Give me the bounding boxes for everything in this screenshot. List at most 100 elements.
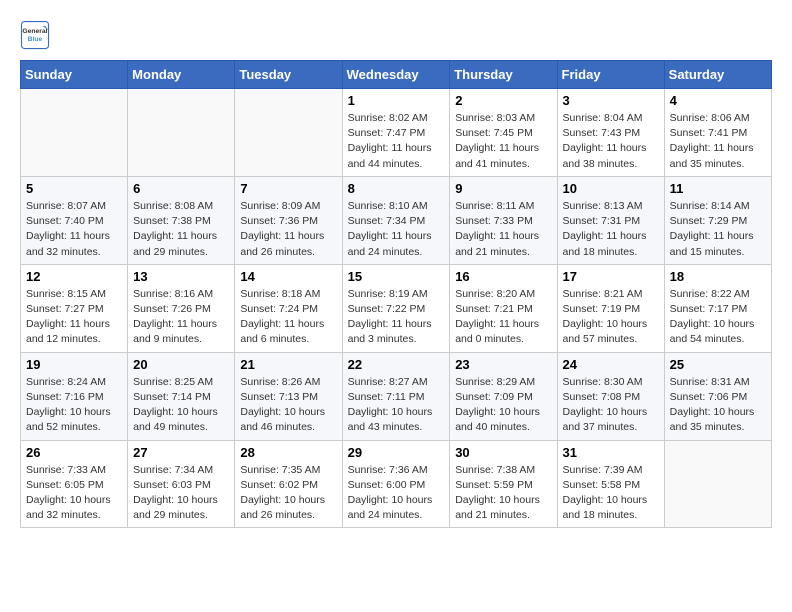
calendar-cell: [21, 89, 128, 177]
day-number: 18: [670, 269, 766, 284]
day-info: Sunrise: 8:15 AM Sunset: 7:27 PM Dayligh…: [26, 287, 122, 348]
calendar-cell: 25 Sunrise: 8:31 AM Sunset: 7:06 PM Dayli…: [664, 352, 771, 440]
calendar-cell: 27 Sunrise: 7:34 AM Sunset: 6:03 PM Dayli…: [128, 440, 235, 528]
calendar-cell: 13 Sunrise: 8:16 AM Sunset: 7:26 PM Dayli…: [128, 264, 235, 352]
day-number: 2: [455, 93, 551, 108]
svg-text:General: General: [22, 28, 47, 35]
day-info: Sunrise: 8:07 AM Sunset: 7:40 PM Dayligh…: [26, 199, 122, 260]
calendar-cell: 21 Sunrise: 8:26 AM Sunset: 7:13 PM Dayli…: [235, 352, 342, 440]
day-number: 28: [240, 445, 336, 460]
day-number: 26: [26, 445, 122, 460]
day-info: Sunrise: 8:09 AM Sunset: 7:36 PM Dayligh…: [240, 199, 336, 260]
day-number: 25: [670, 357, 766, 372]
weekday-header-monday: Monday: [128, 61, 235, 89]
day-info: Sunrise: 8:03 AM Sunset: 7:45 PM Dayligh…: [455, 111, 551, 172]
day-number: 14: [240, 269, 336, 284]
day-number: 27: [133, 445, 229, 460]
logo: General Blue: [20, 20, 54, 50]
calendar-cell: 2 Sunrise: 8:03 AM Sunset: 7:45 PM Daylig…: [450, 89, 557, 177]
calendar-table: SundayMondayTuesdayWednesdayThursdayFrid…: [20, 60, 772, 528]
calendar-cell: 20 Sunrise: 8:25 AM Sunset: 7:14 PM Dayli…: [128, 352, 235, 440]
weekday-header-thursday: Thursday: [450, 61, 557, 89]
day-info: Sunrise: 8:26 AM Sunset: 7:13 PM Dayligh…: [240, 375, 336, 436]
day-number: 5: [26, 181, 122, 196]
day-info: Sunrise: 8:25 AM Sunset: 7:14 PM Dayligh…: [133, 375, 229, 436]
day-number: 4: [670, 93, 766, 108]
day-info: Sunrise: 8:31 AM Sunset: 7:06 PM Dayligh…: [670, 375, 766, 436]
day-number: 19: [26, 357, 122, 372]
calendar-cell: 23 Sunrise: 8:29 AM Sunset: 7:09 PM Dayli…: [450, 352, 557, 440]
calendar-cell: [235, 89, 342, 177]
svg-text:Blue: Blue: [28, 36, 43, 43]
day-info: Sunrise: 8:27 AM Sunset: 7:11 PM Dayligh…: [348, 375, 445, 436]
day-number: 30: [455, 445, 551, 460]
calendar-cell: 4 Sunrise: 8:06 AM Sunset: 7:41 PM Daylig…: [664, 89, 771, 177]
day-info: Sunrise: 8:10 AM Sunset: 7:34 PM Dayligh…: [348, 199, 445, 260]
day-number: 12: [26, 269, 122, 284]
day-info: Sunrise: 8:30 AM Sunset: 7:08 PM Dayligh…: [563, 375, 659, 436]
day-info: Sunrise: 8:11 AM Sunset: 7:33 PM Dayligh…: [455, 199, 551, 260]
day-info: Sunrise: 7:39 AM Sunset: 5:58 PM Dayligh…: [563, 463, 659, 524]
calendar-cell: 16Sunrise: 8:20 AM Sunset: 7:21 PM Dayli…: [450, 264, 557, 352]
calendar-cell: 19 Sunrise: 8:24 AM Sunset: 7:16 PM Dayli…: [21, 352, 128, 440]
day-number: 11: [670, 181, 766, 196]
day-number: 23: [455, 357, 551, 372]
page-header: General Blue: [20, 20, 772, 50]
weekday-header-tuesday: Tuesday: [235, 61, 342, 89]
calendar-cell: 1 Sunrise: 8:02 AM Sunset: 7:47 PM Daylig…: [342, 89, 450, 177]
day-info: Sunrise: 7:38 AM Sunset: 5:59 PM Dayligh…: [455, 463, 551, 524]
calendar-cell: 29 Sunrise: 7:36 AM Sunset: 6:00 PM Dayli…: [342, 440, 450, 528]
day-number: 31: [563, 445, 659, 460]
logo-icon: General Blue: [20, 20, 50, 50]
day-info: Sunrise: 7:34 AM Sunset: 6:03 PM Dayligh…: [133, 463, 229, 524]
day-number: 17: [563, 269, 659, 284]
day-info: Sunrise: 7:33 AM Sunset: 6:05 PM Dayligh…: [26, 463, 122, 524]
day-number: 16: [455, 269, 551, 284]
day-number: 21: [240, 357, 336, 372]
calendar-cell: 28 Sunrise: 7:35 AM Sunset: 6:02 PM Dayli…: [235, 440, 342, 528]
calendar-cell: 31 Sunrise: 7:39 AM Sunset: 5:58 PM Dayli…: [557, 440, 664, 528]
day-number: 10: [563, 181, 659, 196]
calendar-cell: 8 Sunrise: 8:10 AM Sunset: 7:34 PM Daylig…: [342, 176, 450, 264]
calendar-cell: 22 Sunrise: 8:27 AM Sunset: 7:11 PM Dayli…: [342, 352, 450, 440]
day-number: 22: [348, 357, 445, 372]
day-number: 29: [348, 445, 445, 460]
day-info: Sunrise: 8:29 AM Sunset: 7:09 PM Dayligh…: [455, 375, 551, 436]
calendar-cell: 30 Sunrise: 7:38 AM Sunset: 5:59 PM Dayli…: [450, 440, 557, 528]
calendar-cell: 9Sunrise: 8:11 AM Sunset: 7:33 PM Daylig…: [450, 176, 557, 264]
day-info: Sunrise: 8:22 AM Sunset: 7:17 PM Dayligh…: [670, 287, 766, 348]
day-info: Sunrise: 8:08 AM Sunset: 7:38 PM Dayligh…: [133, 199, 229, 260]
weekday-header-saturday: Saturday: [664, 61, 771, 89]
day-info: Sunrise: 8:19 AM Sunset: 7:22 PM Dayligh…: [348, 287, 445, 348]
day-info: Sunrise: 7:36 AM Sunset: 6:00 PM Dayligh…: [348, 463, 445, 524]
day-number: 15: [348, 269, 445, 284]
weekday-header-friday: Friday: [557, 61, 664, 89]
calendar-cell: 12 Sunrise: 8:15 AM Sunset: 7:27 PM Dayli…: [21, 264, 128, 352]
day-info: Sunrise: 7:35 AM Sunset: 6:02 PM Dayligh…: [240, 463, 336, 524]
day-info: Sunrise: 8:18 AM Sunset: 7:24 PM Dayligh…: [240, 287, 336, 348]
day-number: 3: [563, 93, 659, 108]
calendar-cell: 24 Sunrise: 8:30 AM Sunset: 7:08 PM Dayli…: [557, 352, 664, 440]
day-info: Sunrise: 8:21 AM Sunset: 7:19 PM Dayligh…: [563, 287, 659, 348]
day-number: 1: [348, 93, 445, 108]
day-number: 7: [240, 181, 336, 196]
day-info: Sunrise: 8:02 AM Sunset: 7:47 PM Dayligh…: [348, 111, 445, 172]
calendar-cell: 26 Sunrise: 7:33 AM Sunset: 6:05 PM Dayli…: [21, 440, 128, 528]
day-info: Sunrise: 8:24 AM Sunset: 7:16 PM Dayligh…: [26, 375, 122, 436]
calendar-cell: 15 Sunrise: 8:19 AM Sunset: 7:22 PM Dayli…: [342, 264, 450, 352]
calendar-cell: [664, 440, 771, 528]
calendar-cell: 10Sunrise: 8:13 AM Sunset: 7:31 PM Dayli…: [557, 176, 664, 264]
weekday-header-wednesday: Wednesday: [342, 61, 450, 89]
day-number: 20: [133, 357, 229, 372]
calendar-cell: 14 Sunrise: 8:18 AM Sunset: 7:24 PM Dayli…: [235, 264, 342, 352]
day-info: Sunrise: 8:06 AM Sunset: 7:41 PM Dayligh…: [670, 111, 766, 172]
day-number: 13: [133, 269, 229, 284]
calendar-cell: 3 Sunrise: 8:04 AM Sunset: 7:43 PM Daylig…: [557, 89, 664, 177]
day-info: Sunrise: 8:14 AM Sunset: 7:29 PM Dayligh…: [670, 199, 766, 260]
calendar-cell: 6Sunrise: 8:08 AM Sunset: 7:38 PM Daylig…: [128, 176, 235, 264]
day-info: Sunrise: 8:16 AM Sunset: 7:26 PM Dayligh…: [133, 287, 229, 348]
day-number: 24: [563, 357, 659, 372]
day-number: 8: [348, 181, 445, 196]
day-info: Sunrise: 8:04 AM Sunset: 7:43 PM Dayligh…: [563, 111, 659, 172]
calendar-cell: 18 Sunrise: 8:22 AM Sunset: 7:17 PM Dayli…: [664, 264, 771, 352]
